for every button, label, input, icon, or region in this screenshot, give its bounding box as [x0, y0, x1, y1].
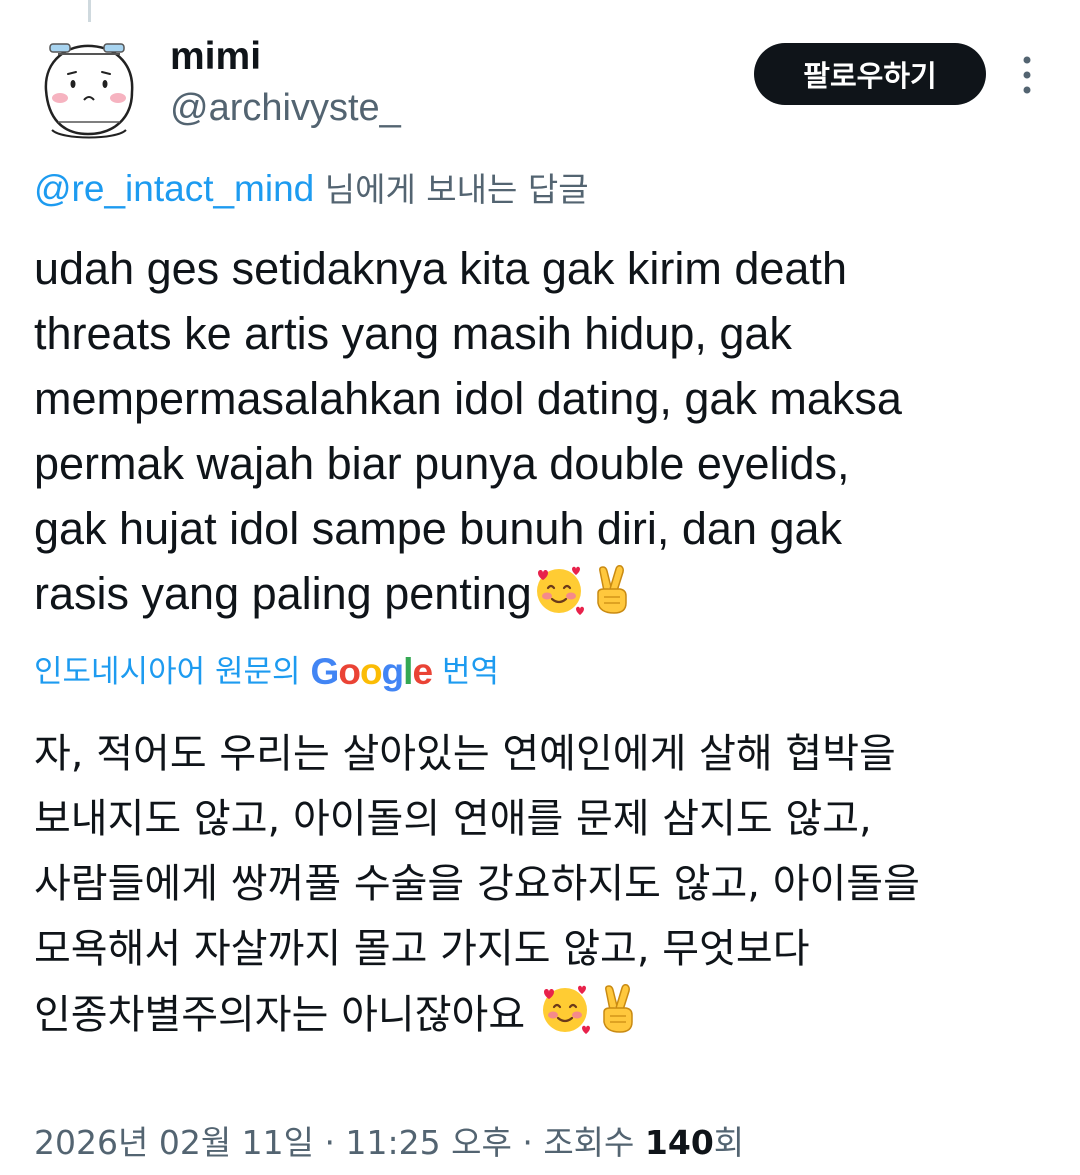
- tweet-time[interactable]: 11:25 오후: [346, 1123, 512, 1162]
- google-logo[interactable]: Google: [311, 648, 433, 696]
- thread-connector-line: [88, 0, 91, 22]
- crossed-fingers-icon: [603, 984, 633, 1033]
- follow-button[interactable]: 팔로우하기: [754, 43, 986, 105]
- translated-line: 인종차별주의자는 아니잖아요: [34, 992, 526, 1038]
- tweet-line: mempermasalahkan idol dating, gak maksa: [34, 373, 902, 424]
- translation-suffix[interactable]: 번역: [442, 648, 499, 696]
- translation-attribution: 인도네시아어 원문의 Google 번역: [34, 648, 499, 696]
- views-count: 140: [644, 1123, 714, 1162]
- translated-body: 자, 적어도 우리는 살아있는 연예인에게 살해 협박을 보내지도 않고, 아이…: [34, 722, 1064, 1048]
- translated-line: 자, 적어도 우리는 살아있는 연예인에게 살해 협박을: [34, 731, 896, 777]
- tweet-line: udah ges setidaknya kita gak kirim death: [34, 243, 847, 294]
- avatar-illustration: [28, 30, 150, 152]
- tweet-line: threats ke artis yang masih hidup, gak: [34, 308, 792, 359]
- smiling-face-with-hearts-icon: [542, 985, 590, 1034]
- tweet-line-last: rasis yang paling penting: [34, 561, 1054, 626]
- tweet-body: udah ges setidaknya kita gak kirim death…: [34, 236, 1054, 626]
- tweet-line: gak hujat idol sampe bunuh diri, dan gak: [34, 503, 843, 554]
- tweet-line: rasis yang paling penting: [34, 568, 532, 619]
- crossed-fingers-icon: [597, 565, 627, 614]
- display-name[interactable]: mimi: [170, 34, 261, 80]
- reply-suffix-text: 님에게 보내는 답글: [314, 170, 589, 209]
- translated-line: 보내지도 않고, 아이돌의 연애를 문제 삼지도 않고,: [34, 796, 872, 842]
- tweet-line: permak wajah biar punya double eyelids,: [34, 438, 850, 489]
- smiling-face-with-hearts-icon: [536, 566, 584, 615]
- tweet-metadata: 2026년 02월 11일 · 11:25 오후 · 조회수 140회: [34, 1118, 744, 1168]
- more-options-icon[interactable]: [1012, 50, 1042, 100]
- translated-line: 모욕해서 자살까지 몰고 가지도 않고, 무엇보다: [34, 926, 810, 972]
- translation-prefix: 인도네시아어 원문의: [34, 654, 301, 690]
- tweet-date[interactable]: 2026년 02월 11일: [34, 1123, 314, 1162]
- views-unit: 회: [713, 1123, 745, 1162]
- avatar[interactable]: [28, 30, 150, 152]
- translated-line-last: 인종차별주의자는 아니잖아요: [34, 982, 1064, 1048]
- separator: ·: [511, 1123, 544, 1162]
- translated-line: 사람들에게 쌍꺼풀 수술을 강요하지도 않고, 아이돌을: [34, 861, 920, 907]
- views-label: 조회수: [543, 1123, 635, 1162]
- separator: ·: [314, 1123, 346, 1162]
- user-handle[interactable]: @archivyste_: [170, 86, 401, 130]
- reply-mention-link[interactable]: @re_intact_mind: [34, 168, 314, 209]
- replying-to-line: @re_intact_mind 님에게 보내는 답글: [34, 168, 589, 211]
